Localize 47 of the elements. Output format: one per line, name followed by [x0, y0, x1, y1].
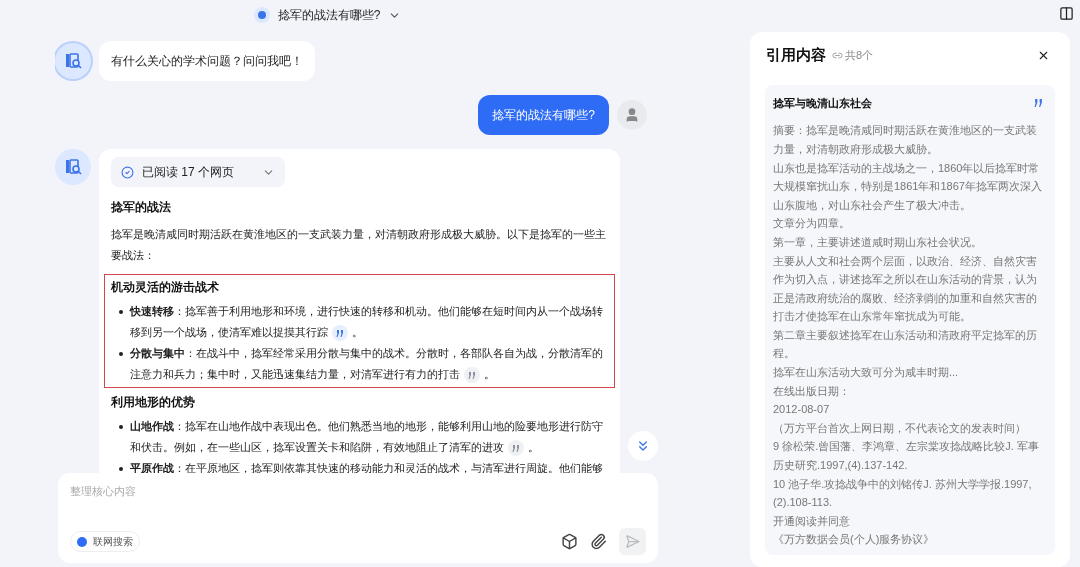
message-input-field[interactable]: 整理核心内容 [70, 483, 646, 500]
sources-read-toggle[interactable]: 已阅读 17 个网页 [111, 157, 285, 187]
citation-title: 捻军与晚清山东社会 [773, 95, 872, 111]
chat-title: 捻军的战法有哪些? [277, 7, 381, 24]
citation-text: 《万方数据会员(个人)服务协议》 [773, 532, 936, 548]
bullet-icon [119, 310, 123, 315]
citation-text: 第二章主要叙述捻军在山东活动和清政府平定捻军的历程。 [773, 327, 1038, 362]
bullet-text: 山地作战：捻军在山地作战中表现出色。他们熟悉当地的地形，能够利用山地的险要地形进行防守和伏击。例如，在一些山区，捻军设置关卡和陷阱，有效地阻止了清军的进攻 。 [130, 416, 608, 459]
citation-text: 在线出版日期： [773, 383, 851, 399]
citation-text: 开通阅读并同意 [773, 513, 851, 529]
citation-text: 文章分为四章。 [773, 216, 851, 232]
citation-text: 捻军在山东活动大致可分为咸丰时期... [773, 365, 960, 381]
citation-text: 9 徐松荣.曾国藩、李鸿章、左宗棠攻捻战略比较J. 军事历史研究.1997,(4).137-142. [773, 439, 1040, 474]
person-icon [624, 107, 640, 123]
citation-text: 主要从人文和社会两个层面，以政治、经济、自然灾害作为切入点，讲述捻军之所以在山东活动的背景，认为正是清政府统治的腐败、经济剥削的加重和自然灾害的打击才使捻军在山东常年窜扰成为可能。 [773, 253, 1038, 325]
answer-title: 捻军的战法 [111, 200, 172, 215]
citation-icon[interactable] [464, 367, 480, 384]
bullet-icon [119, 467, 123, 472]
section-heading: 机动灵活的游击战术 [111, 280, 220, 296]
section-heading: 利用地形的优势 [111, 394, 196, 411]
citation-icon[interactable] [332, 325, 348, 342]
citation-text: 10 池子华.攻捻战争中的刘铭传J. 苏州大学学报.1997,(2).108-113. [773, 476, 1033, 511]
scroll-down-button[interactable] [628, 431, 658, 461]
cube-icon[interactable] [561, 533, 578, 550]
citation-icon[interactable] [508, 440, 524, 457]
bullet-text: 分散与集中：在战斗中，捻军经常采用分散与集中的战术。分散时，各部队各自为战，分散清军的注意力和兵力；集中时，又能迅速集结力量，对清军进行有力的打击 。 [130, 343, 608, 386]
send-icon [625, 534, 640, 549]
bullet-icon [119, 425, 123, 430]
split-view-icon[interactable] [1059, 6, 1074, 22]
citation-text: 第一章，主要讲述道咸时期山东社会状况。 [773, 234, 983, 250]
assistant-avatar-icon [55, 149, 91, 185]
assistant-logo-icon [253, 7, 270, 23]
panel-title: 引用内容 [766, 45, 826, 66]
user-message: 捻军的战法有哪些? [478, 95, 609, 135]
citation-text: 山东也是捻军活动的主战场之一，1860年以后捻军时常大规模窜扰山东，特别是1861年和1867年捻军两次深入山东腹地，对山东社会产生了极大冲击。 [773, 160, 1043, 213]
check-circle-icon [121, 165, 134, 179]
citation-count: 共8个 [845, 48, 874, 64]
answer-intro: 捻军是晚清咸同时期活跃在黄淮地区的一支武装力量，对清朝政府形成极大威胁。以下是捻军的一些主要战法： [111, 227, 607, 264]
attachment-icon[interactable] [590, 533, 607, 550]
assistant-message: 有什么关心的学术问题？问问我吧！ [99, 41, 315, 81]
assistant-avatar-icon [55, 43, 91, 79]
citation-text: 2012-08-07 [773, 402, 831, 418]
quote-icon [1034, 99, 1043, 108]
citation-text: 摘要：捻军是晚清咸同时期活跃在黄淮地区的一支武装力量，对清朝政府形成极大威胁。 [773, 123, 1038, 157]
bullet-icon [119, 352, 123, 357]
citation-text: （万方平台首次上网日期，不代表论文的发表时间） [773, 420, 1027, 436]
bullet-text: 快速转移：捻军善于利用地形和环境，进行快速的转移和机动。他们能够在短时间内从一个战场转移到另一个战场，使清军难以捉摸其行踪 。 [130, 301, 608, 344]
